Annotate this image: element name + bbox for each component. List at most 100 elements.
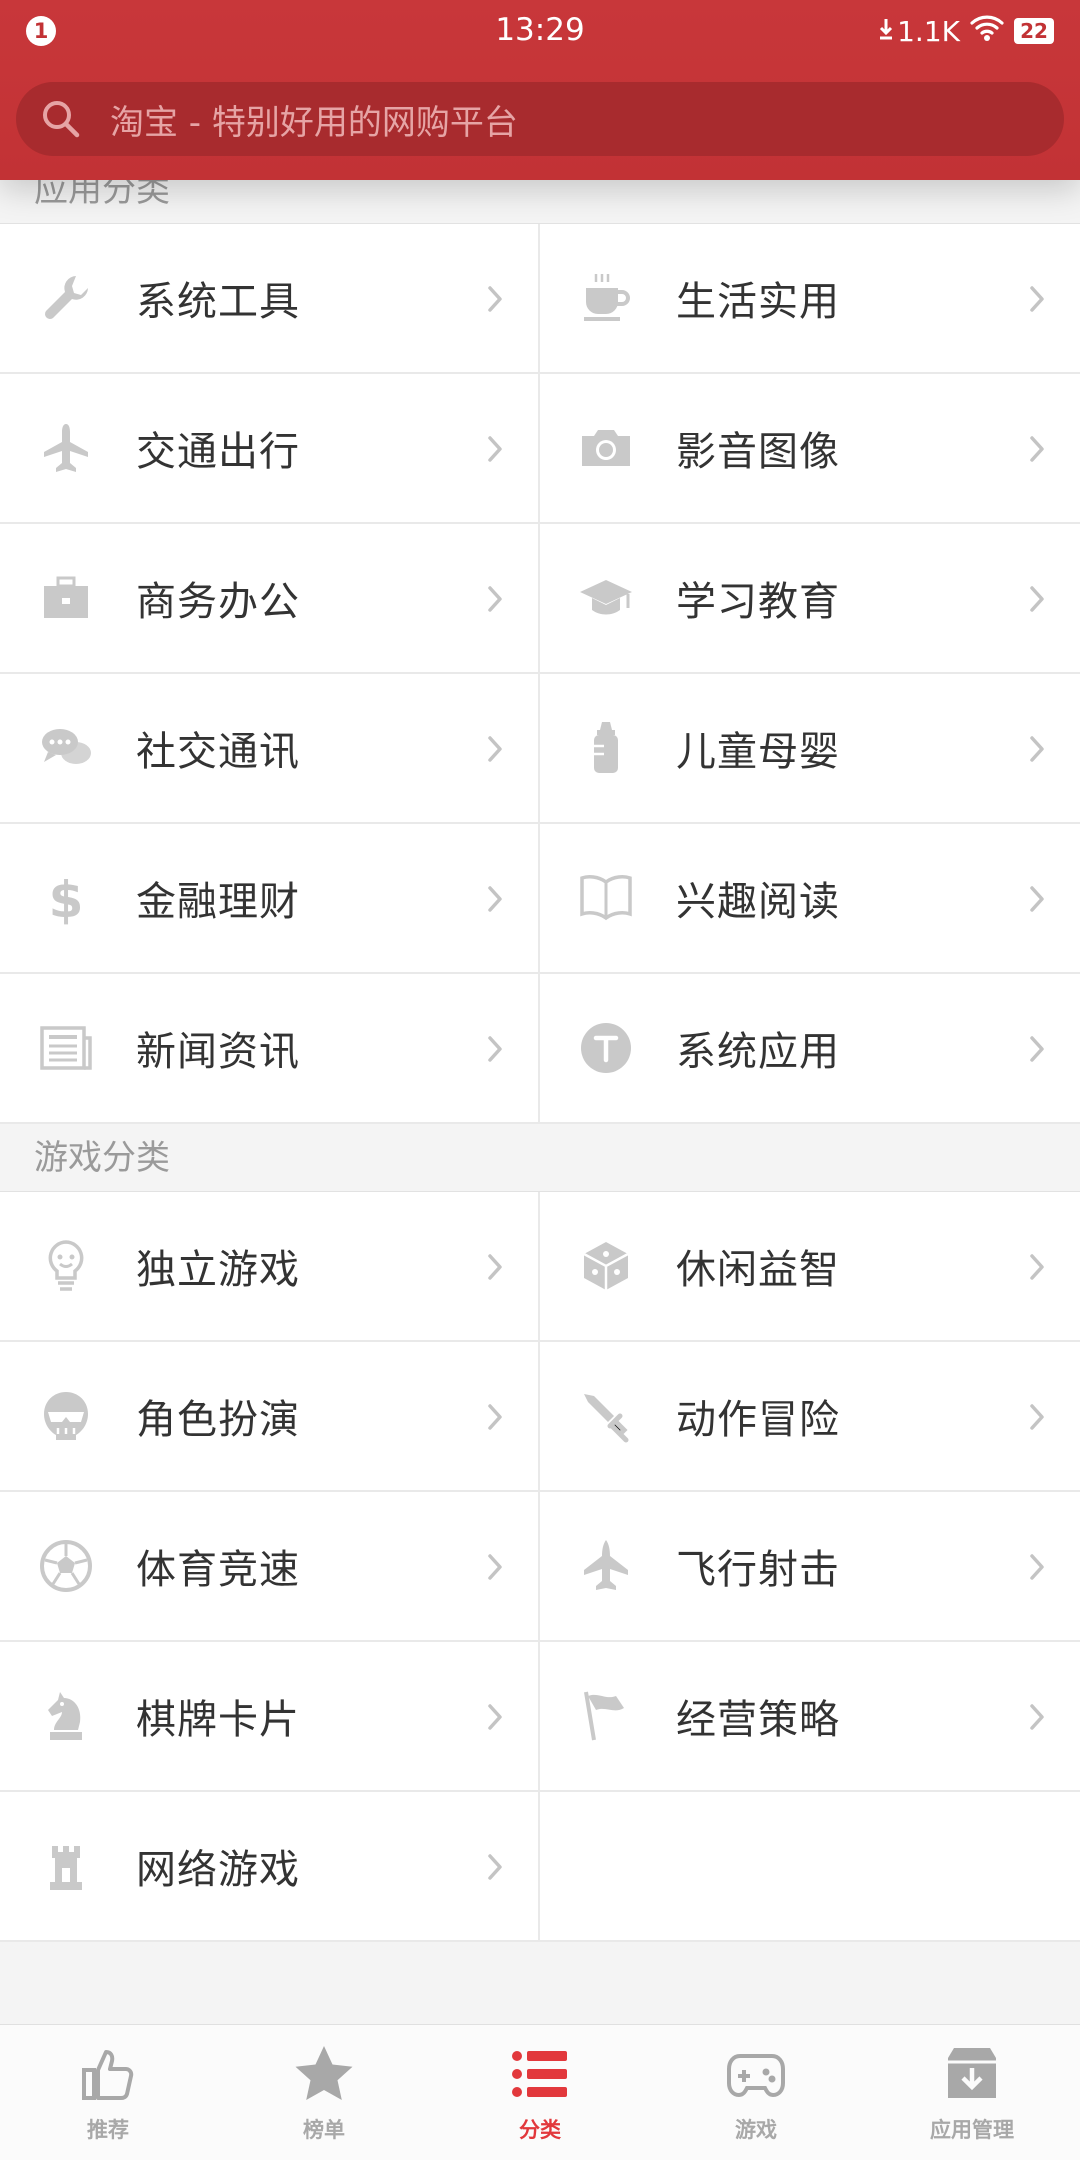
category-label: 休闲益智 [676, 1247, 840, 1293]
category-label: 影音图像 [676, 429, 840, 475]
tab-thumbs-up[interactable]: 推荐 [0, 2025, 216, 2160]
category-label: 交通出行 [136, 429, 300, 475]
category-item-mask[interactable]: 角色扮演 [0, 1342, 540, 1492]
net-speed: 1.1K [897, 14, 960, 48]
flag-icon [578, 1688, 634, 1744]
jet-icon [578, 1538, 634, 1594]
chevron-right-icon [1022, 282, 1052, 316]
gamepad-icon [724, 2042, 788, 2106]
chevron-right-icon [480, 1550, 510, 1584]
chevron-right-icon [480, 432, 510, 466]
category-item-graduation-cap[interactable]: 学习教育 [540, 524, 1080, 674]
castle-tower-icon [38, 1838, 94, 1894]
category-item-briefcase[interactable]: 商务办公 [0, 524, 540, 674]
category-label: 系统应用 [676, 1029, 840, 1075]
category-item-chess-knight[interactable]: 棋牌卡片 [0, 1642, 540, 1792]
category-item-wrench[interactable]: 系统工具 [0, 224, 540, 374]
category-label: 网络游戏 [136, 1847, 300, 1893]
category-item-cube[interactable]: 休闲益智 [540, 1192, 1080, 1342]
thumbs-up-icon [76, 2042, 140, 2106]
category-label: 社交通讯 [136, 729, 300, 775]
t-circle-icon [578, 1020, 634, 1076]
category-item-lightbulb[interactable]: 独立游戏 [0, 1192, 540, 1342]
status-indicators: 1.1K 22 [879, 13, 1054, 49]
status-bar: 1 13:29 1.1K 22 [0, 0, 1080, 60]
category-label: 系统工具 [136, 279, 300, 325]
category-item-open-book[interactable]: 兴趣阅读 [540, 824, 1080, 974]
chevron-right-icon [480, 732, 510, 766]
tab-download-box[interactable]: 应用管理 [864, 2025, 1080, 2160]
coffee-cup-icon [578, 270, 634, 326]
sword-icon [578, 1388, 634, 1444]
section-header-games: 游戏分类 [0, 1124, 1080, 1192]
download-speed-icon [879, 15, 893, 48]
download-box-icon [940, 2042, 1004, 2106]
battery-icon: 22 [1014, 18, 1054, 44]
tab-list[interactable]: 分类 [432, 2025, 648, 2160]
search-input[interactable]: 淘宝 - 特别好用的网购平台 [16, 82, 1064, 156]
tab-gamepad[interactable]: 游戏 [648, 2025, 864, 2160]
category-item-newspaper[interactable]: 新闻资讯 [0, 974, 540, 1124]
graduation-cap-icon [578, 570, 634, 626]
category-label: 棋牌卡片 [136, 1697, 300, 1743]
category-item-airplane[interactable]: 交通出行 [0, 374, 540, 524]
tab-label: 应用管理 [930, 2118, 1014, 2142]
category-item-soccer-ball[interactable]: 体育竞速 [0, 1492, 540, 1642]
empty-cell [540, 1792, 1080, 1942]
chevron-right-icon [1022, 1250, 1052, 1284]
chevron-right-icon [1022, 1550, 1052, 1584]
chevron-right-icon [480, 1400, 510, 1434]
category-item-coffee-cup[interactable]: 生活实用 [540, 224, 1080, 374]
tab-label: 推荐 [87, 2118, 129, 2142]
category-label: 角色扮演 [136, 1397, 300, 1443]
search-icon [40, 98, 82, 140]
chevron-right-icon [480, 1250, 510, 1284]
category-item-t-circle[interactable]: 系统应用 [540, 974, 1080, 1124]
category-item-chat-bubbles[interactable]: 社交通讯 [0, 674, 540, 824]
category-item-baby-bottle[interactable]: 儿童母婴 [540, 674, 1080, 824]
tab-label: 分类 [519, 2118, 561, 2142]
category-list: 应用分类 系统工具 生活实用 交通出行 影音图像 商务办公 学习教育 社交通讯 儿童母婴 $ 金融… [0, 156, 1080, 1942]
chevron-right-icon [480, 882, 510, 916]
category-item-camera[interactable]: 影音图像 [540, 374, 1080, 524]
lightbulb-icon [38, 1238, 94, 1294]
chevron-right-icon [1022, 582, 1052, 616]
open-book-icon [578, 870, 634, 926]
chevron-right-icon [480, 1700, 510, 1734]
category-item-flag[interactable]: 经营策略 [540, 1642, 1080, 1792]
dollar-icon: $ [38, 870, 94, 926]
chevron-right-icon [1022, 882, 1052, 916]
soccer-ball-icon [38, 1538, 94, 1594]
camera-icon [578, 420, 634, 476]
category-item-dollar[interactable]: $ 金融理财 [0, 824, 540, 974]
category-label: 经营策略 [676, 1697, 840, 1743]
chevron-right-icon [1022, 432, 1052, 466]
wrench-icon [38, 270, 94, 326]
category-item-jet[interactable]: 飞行射击 [540, 1492, 1080, 1642]
newspaper-icon [38, 1020, 94, 1076]
category-label: 儿童母婴 [676, 729, 840, 775]
category-item-sword[interactable]: 动作冒险 [540, 1342, 1080, 1492]
chevron-right-icon [1022, 1400, 1052, 1434]
chevron-right-icon [1022, 1032, 1052, 1066]
category-item-castle-tower[interactable]: 网络游戏 [0, 1792, 540, 1942]
tab-label: 榜单 [303, 2118, 345, 2142]
category-label: 金融理财 [136, 879, 300, 925]
tab-label: 游戏 [735, 2118, 777, 2142]
svg-text:$: $ [49, 871, 84, 926]
wifi-icon [970, 14, 1004, 49]
app-category-grid: 系统工具 生活实用交通出行 影音图像商务办公 学习教育社交通讯 儿童母婴 $ 金融理财 兴趣阅… [0, 224, 1080, 1124]
category-label: 体育竞速 [136, 1547, 300, 1593]
list-icon [508, 2042, 572, 2106]
chevron-right-icon [480, 282, 510, 316]
chevron-right-icon [480, 1850, 510, 1884]
chevron-right-icon [1022, 732, 1052, 766]
tab-star[interactable]: 榜单 [216, 2025, 432, 2160]
chess-knight-icon [38, 1688, 94, 1744]
game-category-grid: 独立游戏 休闲益智角色扮演 动作冒险体育竞速 飞行射击棋牌卡片 经营策略网络游戏 [0, 1192, 1080, 1942]
category-label: 飞行射击 [676, 1547, 840, 1593]
search-placeholder: 淘宝 - 特别好用的网购平台 [110, 102, 518, 143]
category-label: 生活实用 [676, 279, 840, 325]
baby-bottle-icon [578, 720, 634, 776]
category-label: 商务办公 [136, 579, 300, 625]
